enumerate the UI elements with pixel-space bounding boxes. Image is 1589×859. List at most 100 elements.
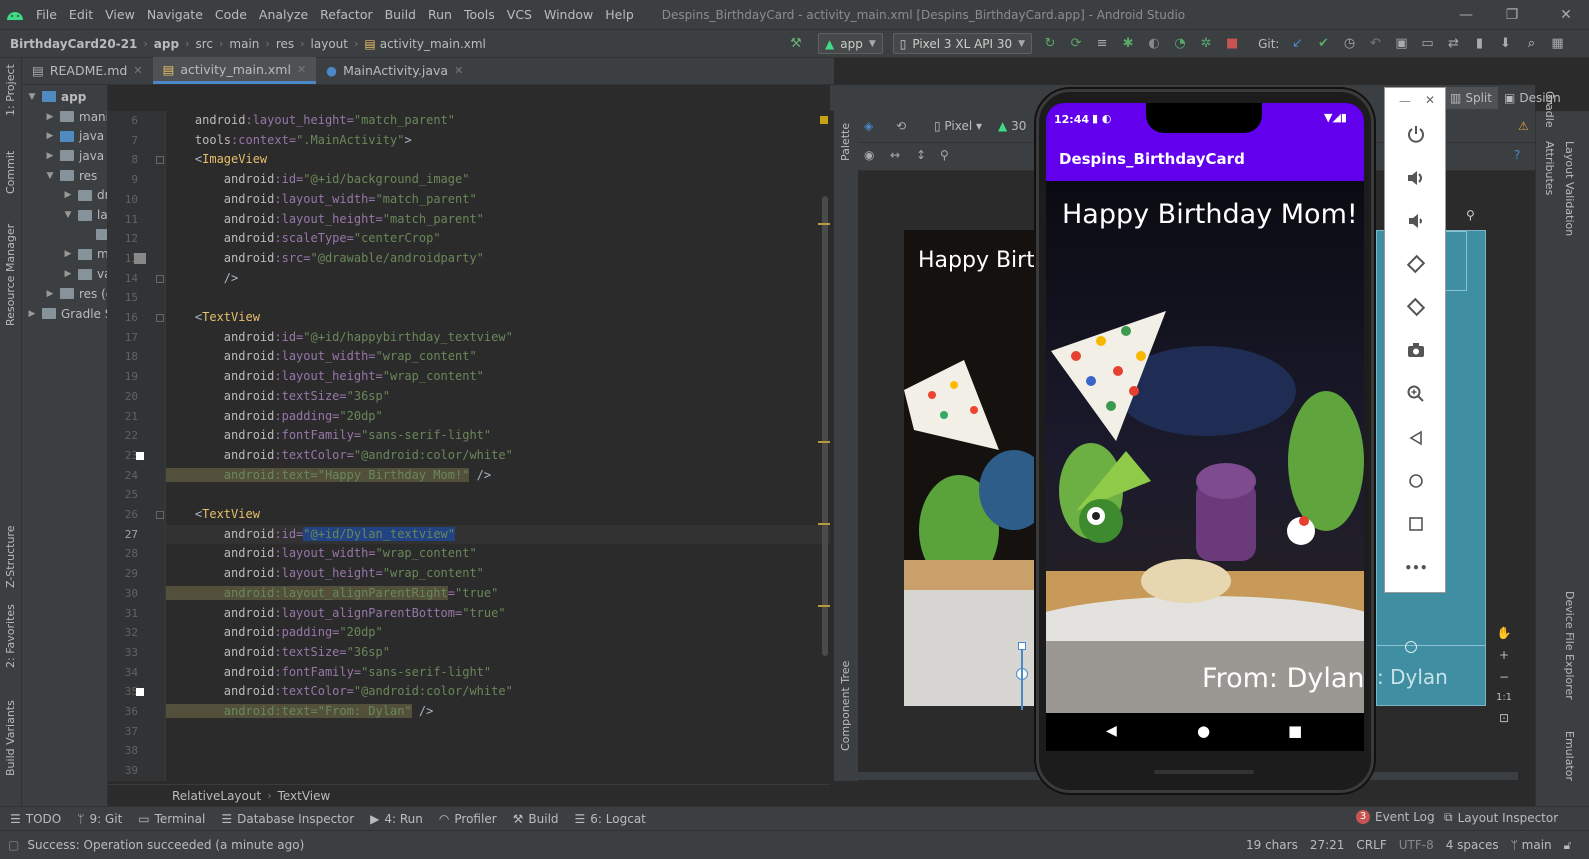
sync-gradle-icon[interactable]: ⇄ — [1445, 36, 1461, 52]
editor-tab[interactable]: ▤ README.md ✕ — [22, 57, 153, 84]
zoom-actual-icon[interactable]: 1:1 — [1496, 692, 1512, 703]
design-preview[interactable]: Happy Birth — [904, 230, 1036, 706]
status-toggle-icon[interactable]: ▢ — [8, 838, 19, 852]
menu-navigate[interactable]: Navigate — [141, 0, 209, 29]
editor-tab[interactable]: ▤ activity_main.xml ✕ — [152, 57, 317, 84]
code-line[interactable]: android:layout_alignParentBottom="true" — [166, 604, 830, 624]
search-icon[interactable]: ⌕ — [1523, 36, 1539, 52]
volume-up-icon[interactable] — [1404, 166, 1428, 190]
back-icon[interactable] — [1404, 426, 1428, 450]
rotate-right-icon[interactable] — [1404, 295, 1428, 319]
attach-debugger-icon[interactable]: ✲ — [1198, 36, 1214, 52]
stop-icon[interactable]: ■ — [1224, 36, 1240, 52]
code-line[interactable]: android:text="From: Dylan" /> — [166, 702, 830, 722]
code-line[interactable] — [166, 722, 830, 742]
caret-position[interactable]: 27:21 — [1310, 838, 1345, 853]
apply-changes-icon[interactable]: ↻ — [1042, 36, 1058, 52]
vertical-resize-icon[interactable]: ↕ — [916, 148, 926, 162]
power-icon[interactable] — [1404, 122, 1428, 146]
close-tab-icon[interactable]: ✕ — [133, 64, 142, 77]
bottom-tool-hammer[interactable]: ⚒ Build — [513, 812, 559, 826]
code-line[interactable]: tools:context=".MainActivity"> — [166, 131, 830, 151]
code-editor[interactable]: android:layout_height="match_parent" too… — [166, 111, 830, 781]
sdk-manager-icon[interactable]: ⬇ — [1497, 36, 1513, 52]
device-preview-select[interactable]: ▯ Pixel ▾ — [934, 119, 982, 133]
split-mode-button[interactable]: ▥ Split — [1444, 87, 1498, 109]
overview-icon[interactable] — [1404, 512, 1428, 536]
git-commit-icon[interactable]: ✔ — [1315, 36, 1331, 52]
code-line[interactable]: android:layout_height="wrap_content" — [166, 367, 830, 387]
menu-help[interactable]: Help — [599, 0, 640, 29]
layers-icon[interactable]: ◈ — [864, 119, 873, 133]
chevron-down-icon[interactable]: ▼ — [44, 171, 56, 181]
zoom-fit-icon[interactable]: ⊡ — [1499, 711, 1509, 725]
bottom-tool-profiler[interactable]: ◠ Profiler — [439, 812, 497, 826]
device-manager-icon[interactable]: ▮ — [1471, 36, 1487, 52]
project-tree-item[interactable]: ▶ dr — [62, 186, 107, 206]
code-line[interactable]: android:layout_height="wrap_content" — [166, 564, 830, 584]
make-project-icon[interactable]: ⚒ — [788, 36, 804, 52]
layout-inspector-button[interactable]: ⧉ Layout Inspector — [1444, 810, 1558, 825]
code-line[interactable]: android:textSize="36sp" — [166, 643, 830, 663]
phone-recents-icon[interactable]: ■ — [1288, 722, 1302, 740]
git-update-icon[interactable]: ↙ — [1289, 36, 1305, 52]
pan-icon[interactable]: ✋ — [1497, 626, 1512, 640]
lock-icon[interactable]: 🔓︎ — [1564, 838, 1572, 853]
code-line[interactable]: /> — [166, 269, 830, 289]
coverage-icon[interactable]: ◐ — [1146, 36, 1162, 52]
indent-setting[interactable]: 4 spaces — [1446, 838, 1499, 853]
run-config-select[interactable]: ▲ app ▼ — [818, 33, 883, 54]
phone-back-icon[interactable]: ◀ — [1106, 723, 1117, 739]
project-tree-item[interactable]: ▼ app — [26, 87, 87, 107]
camera-icon[interactable] — [1404, 338, 1428, 362]
help-icon[interactable]: ? — [1514, 148, 1520, 162]
menu-refactor[interactable]: Refactor — [314, 0, 378, 29]
palette-tab[interactable]: Palette — [839, 123, 852, 161]
code-line[interactable]: android:src="@drawable/androidparty" — [166, 249, 830, 269]
minimize-window-icon[interactable]: — — [1443, 0, 1489, 29]
project-tree-item[interactable]: ▶ Gradle Sc — [26, 304, 107, 324]
menu-build[interactable]: Build — [379, 0, 422, 29]
line-separator[interactable]: CRLF — [1356, 838, 1386, 853]
code-line[interactable]: android:layout_height="match_parent" — [166, 111, 830, 131]
code-line[interactable]: android:layout_width="wrap_content" — [166, 347, 830, 367]
pin-icon[interactable]: ⚲ — [1466, 208, 1475, 222]
file-encoding[interactable]: UTF-8 — [1399, 838, 1434, 853]
breadcrumb-item[interactable]: main — [229, 37, 259, 51]
constraint-handle[interactable] — [1405, 641, 1417, 653]
zoom-in-icon[interactable]: + — [1499, 648, 1509, 662]
bottom-tool-git[interactable]: ᛘ 9: Git — [77, 812, 122, 826]
project-tree-item[interactable]: ▶ java — [44, 126, 105, 146]
code-line[interactable] — [166, 288, 830, 308]
code-line[interactable]: android:scaleType="centerCrop" — [166, 229, 830, 249]
project-structure-icon[interactable]: ▣ — [1393, 36, 1409, 52]
menu-vcs[interactable]: VCS — [501, 0, 538, 29]
scrollbar-thumb[interactable] — [822, 196, 828, 656]
home-icon[interactable] — [1404, 469, 1428, 493]
color-swatch-icon[interactable] — [136, 451, 144, 460]
menu-run[interactable]: Run — [422, 0, 458, 29]
code-line[interactable]: android:text="Happy Birthday Mom!" /> — [166, 466, 830, 486]
code-line[interactable]: android:padding="20dp" — [166, 623, 830, 643]
code-line[interactable]: android:padding="20dp" — [166, 407, 830, 427]
project-tree-item[interactable]: ▶ res (g — [44, 284, 107, 304]
breadcrumb-item[interactable]: TextView — [278, 789, 331, 803]
menu-file[interactable]: File — [30, 0, 63, 29]
device-select[interactable]: ▯ Pixel 3 XL API 30 ▼ — [892, 33, 1033, 54]
git-rollback-icon[interactable]: ↶ — [1367, 36, 1383, 52]
menu-code[interactable]: Code — [209, 0, 253, 29]
fold-marker-icon[interactable] — [156, 511, 164, 519]
close-emulator-icon[interactable]: ✕ — [1425, 93, 1435, 107]
breadcrumb-item[interactable]: src — [195, 37, 213, 51]
chevron-right-icon[interactable]: ▶ — [44, 151, 56, 161]
close-window-icon[interactable]: ✕ — [1543, 0, 1589, 29]
editor-scrollbar[interactable] — [818, 111, 830, 781]
code-line[interactable]: android:layout_width="match_parent" — [166, 190, 830, 210]
project-tree-item[interactable]: ▶ m — [62, 245, 107, 265]
menu-view[interactable]: View — [99, 0, 141, 29]
code-line[interactable]: android:fontFamily="sans-serif-light" — [166, 426, 830, 446]
project-tree-item[interactable]: ▶ java ( — [44, 146, 107, 166]
code-line[interactable]: android:textColor="@android:color/white" — [166, 446, 830, 466]
code-line[interactable] — [166, 741, 830, 761]
chevron-down-icon[interactable]: ▼ — [62, 210, 74, 220]
